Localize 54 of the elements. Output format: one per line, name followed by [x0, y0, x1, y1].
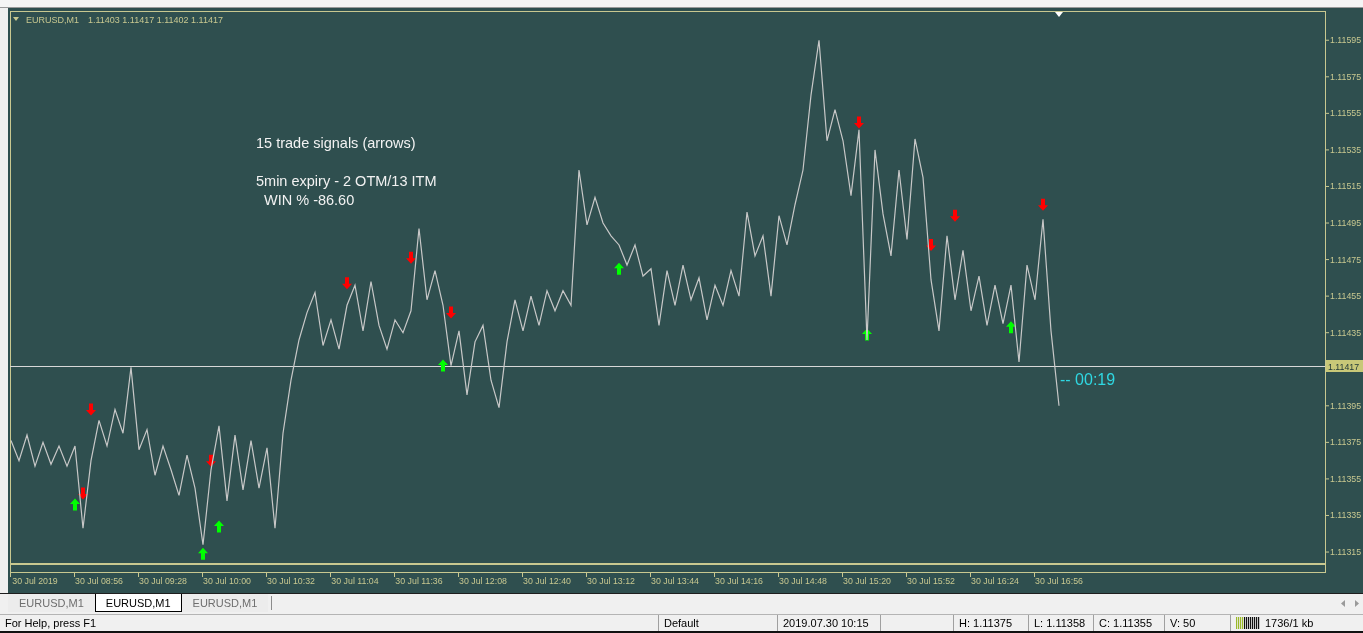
symbol-label: EURUSD,M1: [26, 15, 79, 25]
time-label: 30 Jul 12:08: [459, 576, 507, 586]
time-label: 30 Jul 10:32: [267, 576, 315, 586]
time-label: 30 Jul 08:56: [75, 576, 123, 586]
time-label: 30 Jul 10:00: [203, 576, 251, 586]
bars-icon: [1236, 617, 1260, 629]
time-label: 30 Jul 16:24: [971, 576, 1019, 586]
time-label: 30 Jul 12:40: [523, 576, 571, 586]
price-label: 1.11515: [1330, 181, 1362, 192]
high-price: H: 1.11375: [959, 616, 1012, 630]
price-label: 1.11355: [1330, 473, 1362, 484]
traffic-text: 1736/1 kb: [1265, 616, 1314, 630]
price-label: 1.11495: [1330, 218, 1362, 229]
help-text: For Help, press F1: [5, 616, 97, 630]
price-label: 1.11595: [1330, 35, 1362, 46]
chart-note: WIN % -86.60: [264, 192, 355, 208]
price-label: 1.11475: [1330, 254, 1362, 265]
time-label: 30 Jul 11:04: [331, 576, 379, 586]
quote-label: 1.11403 1.11417 1.11402 1.11417: [88, 15, 223, 25]
price-label: 1.11575: [1330, 71, 1362, 82]
close-price: C: 1.11355: [1099, 616, 1152, 630]
triangle-icon: [13, 17, 19, 21]
time-label: 30 Jul 15:52: [907, 576, 955, 586]
right-arrow-icon[interactable]: [1355, 599, 1359, 607]
bar-time: 2019.07.30 10:15: [783, 616, 869, 630]
triangle-icon: [1055, 12, 1063, 17]
time-label: 30 Jul 13:44: [651, 576, 699, 586]
chart-note: 15 trade signals (arrows): [256, 135, 416, 151]
time-label: 30 Jul 14:16: [715, 576, 763, 586]
price-label: 1.11375: [1330, 437, 1362, 448]
price-label: 1.11455: [1330, 291, 1362, 302]
chart-tab[interactable]: EURUSD,M1: [94, 594, 182, 612]
low-price: L: 1.11358: [1034, 616, 1086, 630]
time-label: 30 Jul 2019: [12, 576, 58, 586]
price-label: 1.11315: [1330, 547, 1362, 558]
left-arrow-icon[interactable]: [1341, 599, 1345, 607]
time-label: 30 Jul 15:20: [843, 576, 891, 586]
time-label: 30 Jul 13:12: [587, 576, 635, 586]
price-label: 1.11535: [1330, 144, 1362, 155]
price-label: 1.11335: [1330, 510, 1362, 521]
time-label: 30 Jul 09:28: [139, 576, 187, 586]
time-label: 30 Jul 14:48: [779, 576, 827, 586]
price-label: 1.11435: [1330, 327, 1362, 338]
profile-name: Default: [664, 616, 699, 630]
volume-value: V: 50: [1170, 616, 1196, 630]
chart-tab[interactable]: EURUSD,M1: [181, 594, 269, 612]
chart-note: 5min expiry - 2 OTM/13 ITM: [256, 173, 437, 189]
price-label: 1.11395: [1330, 400, 1362, 411]
time-label: 30 Jul 11:36: [395, 576, 443, 586]
time-label: 30 Jul 16:56: [1035, 576, 1083, 586]
current-price-label: 1.11417: [1326, 360, 1363, 372]
price-label: 1.11555: [1330, 108, 1362, 119]
countdown-label: -- 00:19: [1060, 370, 1116, 388]
chart-tab[interactable]: EURUSD,M1: [8, 594, 95, 612]
